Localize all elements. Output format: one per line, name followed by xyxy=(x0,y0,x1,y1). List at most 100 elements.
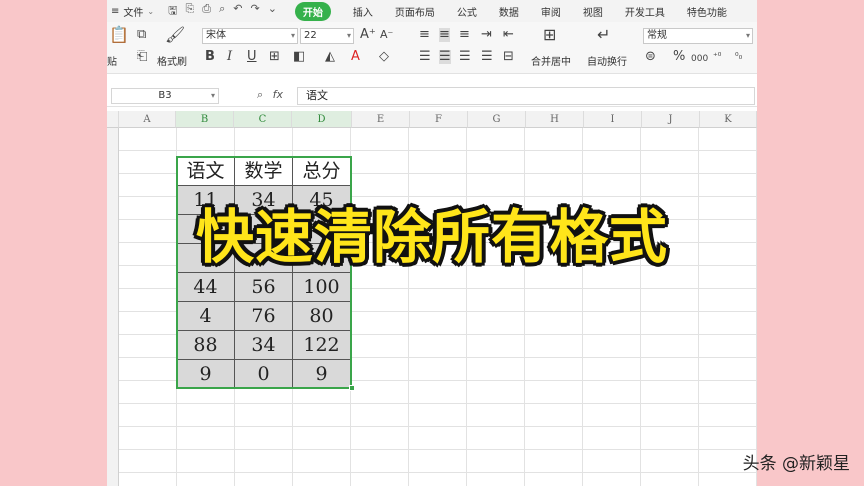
header-cell-chinese[interactable]: 语文 xyxy=(176,156,235,186)
percent-button[interactable]: % xyxy=(673,50,685,64)
file-menu[interactable]: ≡ 文件 ⌄ xyxy=(111,4,154,19)
underline-button[interactable]: U xyxy=(247,50,257,64)
align-bottom-icon[interactable]: ≡ xyxy=(459,28,470,42)
column-header-f[interactable]: F xyxy=(410,111,468,128)
align-top-icon[interactable]: ≡ xyxy=(419,28,430,42)
table-cell[interactable]: 88 xyxy=(176,330,235,360)
align-left-icon[interactable]: ☰ xyxy=(419,50,431,64)
tab-data[interactable]: 数据 xyxy=(499,4,519,19)
currency-icon[interactable]: ⊜ xyxy=(645,50,656,64)
font-size-select[interactable]: 22 ▾ xyxy=(300,28,354,44)
print-preview-icon[interactable]: ⌕ xyxy=(219,2,225,21)
chevron-down-icon[interactable]: ⌄ xyxy=(268,2,277,21)
tab-page-layout[interactable]: 页面布局 xyxy=(395,4,435,19)
table-cell[interactable]: 122 xyxy=(292,330,351,360)
fill-handle[interactable] xyxy=(349,385,355,391)
tab-view[interactable]: 视图 xyxy=(583,4,603,19)
undo-icon[interactable]: ↶ xyxy=(233,2,242,21)
export-icon[interactable]: ⎘ xyxy=(185,2,194,21)
column-header-k[interactable]: K xyxy=(700,111,757,128)
save-icon[interactable]: 🖫 xyxy=(168,2,177,21)
paste-label[interactable]: 贴 xyxy=(107,53,117,68)
copy-icon[interactable]: ⧉ xyxy=(137,28,146,42)
align-right-icon[interactable]: ☰ xyxy=(459,50,471,64)
file-menu-label: 文件 xyxy=(123,7,144,19)
number-format-select[interactable]: 常规 ▾ xyxy=(643,28,753,44)
table-cell[interactable]: 100 xyxy=(292,272,351,302)
quick-access-toolbar: 🖫 ⎘ ⎙ ⌕ ↶ ↷ ⌄ xyxy=(168,2,277,21)
decrease-font-icon[interactable]: A⁻ xyxy=(380,28,393,42)
select-all-corner[interactable] xyxy=(107,111,119,128)
header-cell-math[interactable]: 数学 xyxy=(234,156,293,186)
clear-format-icon[interactable]: ◇ xyxy=(379,50,389,64)
watermark: 头条 @新颖星 xyxy=(742,454,850,474)
column-header-b[interactable]: B xyxy=(176,111,234,128)
font-name-select[interactable]: 宋体 ▾ xyxy=(202,28,298,44)
font-size-value: 22 xyxy=(304,30,317,41)
italic-button[interactable]: I xyxy=(227,50,232,64)
column-header-h[interactable]: H xyxy=(526,111,584,128)
merge-center-label[interactable]: 合并居中 xyxy=(531,53,571,68)
table-cell[interactable]: 0 xyxy=(234,359,293,389)
tab-review[interactable]: 审阅 xyxy=(541,4,561,19)
table-cell[interactable]: 34 xyxy=(234,330,293,360)
font-color-icon[interactable]: A xyxy=(351,50,360,64)
decrease-decimal-icon[interactable]: ⁰₀ xyxy=(735,50,742,64)
wrap-text-icon[interactable]: ↵ xyxy=(597,27,610,43)
border-icon[interactable]: ⊞ xyxy=(269,50,280,64)
increase-decimal-icon[interactable]: ⁺⁰ xyxy=(713,50,721,64)
video-caption: 快速清除所有格式 xyxy=(195,203,668,271)
menu-bar: ≡ 文件 ⌄ 🖫 ⎘ ⎙ ⌕ ↶ ↷ ⌄ 开始 插入 页面布局 公式 数据 审阅… xyxy=(107,0,757,22)
tab-insert[interactable]: 插入 xyxy=(353,4,373,19)
column-header-c[interactable]: C xyxy=(234,111,292,128)
column-header-j[interactable]: J xyxy=(642,111,700,128)
tab-developer[interactable]: 开发工具 xyxy=(625,4,665,19)
column-header-i[interactable]: I xyxy=(584,111,642,128)
column-header-e[interactable]: E xyxy=(352,111,410,128)
tab-home[interactable]: 开始 xyxy=(294,1,331,21)
column-header-a[interactable]: A xyxy=(119,111,176,128)
number-format-value: 常规 xyxy=(647,30,667,41)
outdent-icon[interactable]: ⇤ xyxy=(503,28,514,42)
indent-icon[interactable]: ⇥ xyxy=(481,28,492,42)
table-cell[interactable]: 56 xyxy=(234,272,293,302)
font-name-value: 宋体 xyxy=(206,30,226,41)
table-cell[interactable]: 80 xyxy=(292,301,351,331)
column-header-g[interactable]: G xyxy=(468,111,526,128)
tab-special-features[interactable]: 特色功能 xyxy=(687,4,727,19)
format-painter-icon[interactable]: 🖌 xyxy=(165,27,185,43)
highlight-icon[interactable]: ◭ xyxy=(325,50,335,64)
bold-button[interactable]: B xyxy=(205,50,215,64)
print-icon[interactable]: ⎙ xyxy=(202,2,211,21)
table-cell[interactable]: 9 xyxy=(292,359,351,389)
wrap-text-label[interactable]: 自动换行 xyxy=(587,53,627,68)
cut-icon[interactable]: ⎗ xyxy=(137,50,147,64)
thousands-button[interactable]: 000 xyxy=(691,52,708,66)
formula-tools: ⌕ fx xyxy=(257,88,283,102)
formula-bar: B3 ▾ ⌕ fx 语文 xyxy=(107,85,757,107)
table-row: 88 34 122 xyxy=(176,330,351,360)
row-headers xyxy=(107,111,119,486)
distribute-icon[interactable]: ⊟ xyxy=(503,50,514,64)
formula-input[interactable]: 语文 xyxy=(297,87,755,105)
header-cell-total[interactable]: 总分 xyxy=(292,156,351,186)
table-cell[interactable]: 9 xyxy=(176,359,235,389)
align-center-icon[interactable]: ☰ xyxy=(439,50,451,64)
increase-font-icon[interactable]: A⁺ xyxy=(360,28,376,42)
table-cell[interactable]: 76 xyxy=(234,301,293,331)
chevron-down-icon: ▾ xyxy=(210,91,215,100)
table-cell[interactable]: 4 xyxy=(176,301,235,331)
redo-icon[interactable]: ↷ xyxy=(250,2,259,21)
tab-formulas[interactable]: 公式 xyxy=(457,4,477,19)
name-box[interactable]: B3 ▾ xyxy=(111,88,219,104)
table-cell[interactable]: 44 xyxy=(176,272,235,302)
format-painter-label[interactable]: 格式刷 xyxy=(157,53,187,68)
fill-color-icon[interactable]: ◧ xyxy=(293,50,305,64)
merge-center-icon[interactable]: ⊞ xyxy=(543,27,556,43)
function-icon[interactable]: fx xyxy=(273,88,283,101)
zoom-icon[interactable]: ⌕ xyxy=(257,88,263,101)
align-middle-icon[interactable]: ≡ xyxy=(439,28,450,42)
column-header-d[interactable]: D xyxy=(292,111,352,128)
justify-icon[interactable]: ☰ xyxy=(481,50,493,64)
paste-icon[interactable]: 📋 xyxy=(109,27,129,43)
